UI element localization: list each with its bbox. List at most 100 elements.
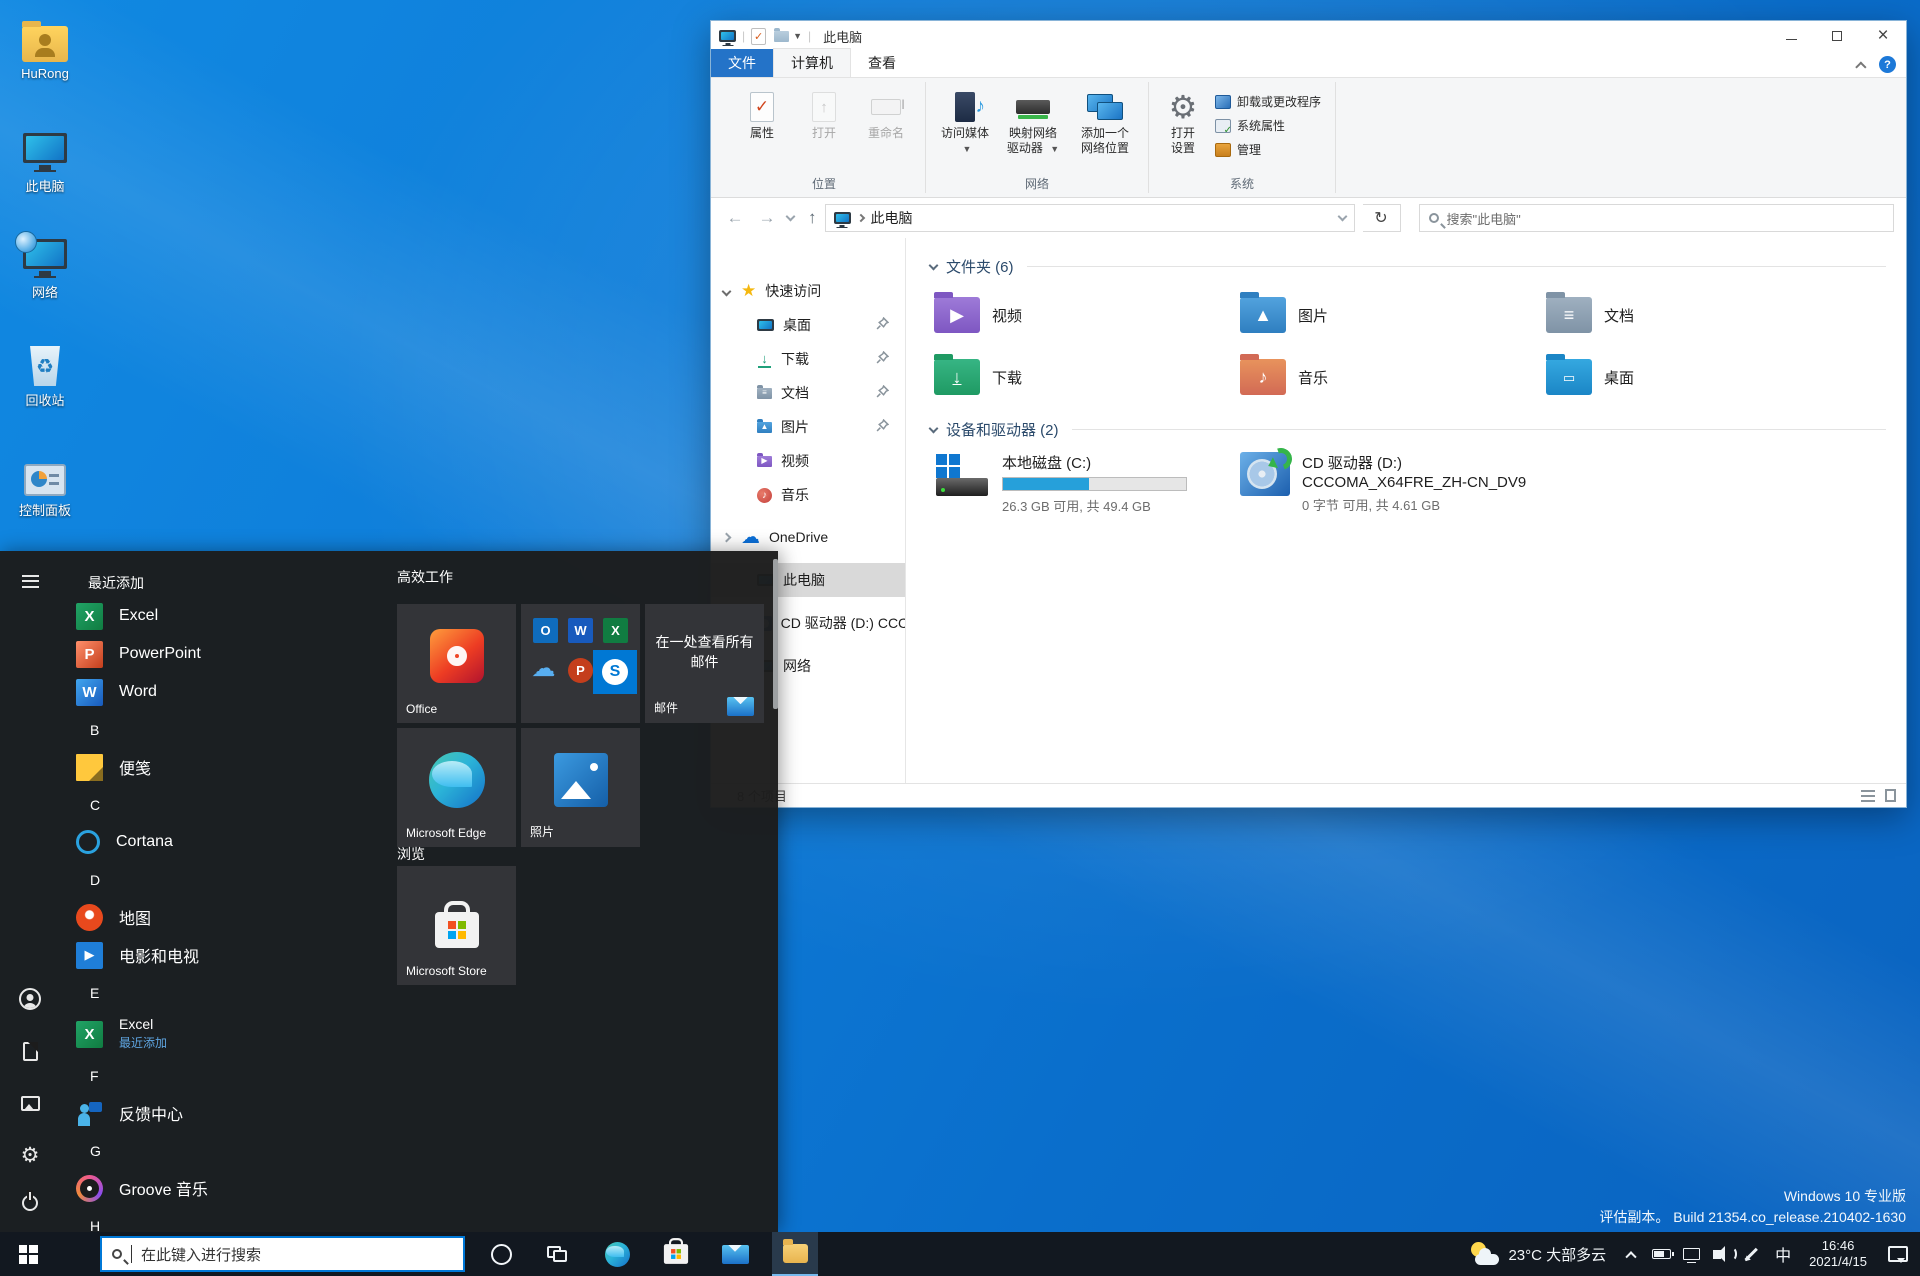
nav-downloads[interactable]: ↓ 下载: [711, 342, 905, 376]
folder-item-music[interactable]: ♪ 音乐: [1236, 351, 1542, 403]
add-network-location-button[interactable]: 添加一个 网络位置: [1072, 84, 1138, 156]
app-excel-recent[interactable]: X Excel 最近添加: [60, 1011, 390, 1057]
title-bar[interactable]: | ✓ ▼ | 此电脑 ×: [711, 21, 1906, 51]
start-button[interactable]: [0, 1232, 56, 1276]
user-account-button[interactable]: [0, 975, 60, 1023]
chevron-down-icon[interactable]: [721, 286, 732, 296]
weather-widget[interactable]: 23°C 大部多云: [1459, 1232, 1616, 1276]
tile-office-apps[interactable]: O W X ☁ P S: [521, 604, 640, 723]
folder-item-pictures[interactable]: ▲ 图片: [1236, 289, 1542, 341]
help-icon[interactable]: ?: [1879, 56, 1896, 73]
taskbar-edge-button[interactable]: [594, 1232, 640, 1276]
clock[interactable]: 16:46 2021/4/15: [1800, 1232, 1876, 1276]
drives-section-header[interactable]: 设备和驱动器 (2): [928, 419, 1886, 440]
new-folder-quick-icon[interactable]: [774, 27, 790, 42]
taskbar-store-button[interactable]: [653, 1232, 699, 1276]
tab-view[interactable]: 查看: [851, 49, 913, 77]
address-dropdown-icon[interactable]: [1337, 211, 1347, 222]
app-feedback-hub[interactable]: 反馈中心: [60, 1094, 390, 1132]
battery-indicator[interactable]: [1646, 1232, 1676, 1276]
desktop-icon-this-pc[interactable]: 此电脑: [0, 126, 90, 195]
tile-edge[interactable]: Microsoft Edge: [397, 728, 516, 847]
properties-button[interactable]: ✓ 属性: [733, 84, 791, 141]
documents-button[interactable]: [0, 1027, 60, 1075]
expand-menu-button[interactable]: [0, 557, 60, 605]
nav-onedrive[interactable]: ☁ OneDrive: [711, 520, 905, 554]
nav-desktop[interactable]: 桌面: [711, 308, 905, 342]
pictures-button[interactable]: [0, 1079, 60, 1127]
desktop-icon-network[interactable]: 网络: [0, 231, 90, 301]
app-powerpoint[interactable]: P PowerPoint: [60, 635, 390, 673]
network-indicator[interactable]: [1676, 1232, 1706, 1276]
task-view-button[interactable]: [534, 1232, 580, 1276]
collapse-ribbon-icon[interactable]: [1855, 60, 1867, 73]
app-sticky-notes[interactable]: 便笺: [60, 748, 390, 786]
tile-microsoft-store[interactable]: Microsoft Store: [397, 866, 516, 985]
chevron-down-icon[interactable]: [928, 260, 939, 270]
pen-indicator[interactable]: [1736, 1232, 1766, 1276]
properties-quick-icon[interactable]: ✓: [751, 27, 767, 45]
tile-photos[interactable]: 照片: [521, 728, 640, 847]
chevron-right-icon[interactable]: [721, 532, 732, 542]
drive-c-item[interactable]: 本地磁盘 (C:) 26.3 GB 可用, 共 49.4 GB: [930, 452, 1236, 515]
minimize-button[interactable]: [1768, 21, 1814, 51]
open-settings-button[interactable]: ⚙ 打开 设置: [1159, 84, 1207, 156]
folders-section-header[interactable]: 文件夹 (6): [928, 256, 1886, 277]
folder-item-documents[interactable]: ≡ 文档: [1542, 289, 1848, 341]
tab-computer[interactable]: 计算机: [773, 48, 851, 77]
desktop-icon-user-folder[interactable]: HuRong: [0, 16, 90, 81]
settings-button[interactable]: ⚙: [0, 1131, 60, 1179]
section-header-f[interactable]: F: [60, 1057, 390, 1094]
cortana-button[interactable]: [478, 1232, 524, 1276]
action-center-button[interactable]: [1876, 1232, 1920, 1276]
app-excel[interactable]: X Excel: [60, 597, 390, 635]
app-movies-tv[interactable]: ▶ 电影和电视: [60, 936, 390, 974]
section-header-c[interactable]: C: [60, 786, 390, 823]
nav-pictures[interactable]: ▲ 图片: [711, 410, 905, 444]
section-header-b[interactable]: B: [60, 711, 390, 748]
drive-d-item[interactable]: CD 驱动器 (D:) CCCOMA_X64FRE_ZH-CN_DV9 0 字节…: [1236, 444, 1636, 515]
folder-item-downloads[interactable]: ↓ 下载: [930, 351, 1236, 403]
desktop-icon-recycle-bin[interactable]: ♻ 回收站: [0, 340, 90, 409]
uninstall-button[interactable]: 卸载或更改程序: [1211, 92, 1325, 111]
system-properties-button[interactable]: 系统属性: [1211, 116, 1325, 136]
folder-item-desktop[interactable]: ▭ 桌面: [1542, 351, 1848, 403]
section-header-h[interactable]: H: [60, 1207, 390, 1233]
app-cortana[interactable]: Cortana: [60, 823, 390, 861]
open-button[interactable]: ↑ 打开: [795, 84, 853, 141]
show-hidden-icons-button[interactable]: [1616, 1232, 1646, 1276]
taskbar-file-explorer-button[interactable]: [772, 1232, 818, 1276]
section-header-d[interactable]: D: [60, 861, 390, 898]
start-menu-scrollbar[interactable]: [773, 559, 778, 709]
up-button[interactable]: ↑: [808, 208, 817, 228]
large-icons-view-icon[interactable]: [1885, 789, 1896, 802]
refresh-button[interactable]: ↻: [1362, 204, 1401, 232]
volume-indicator[interactable]: [1706, 1232, 1738, 1276]
access-media-button[interactable]: 访问媒体▼: [936, 84, 994, 157]
recent-locations-icon[interactable]: [785, 211, 796, 222]
nav-quick-access[interactable]: ★ 快速访问: [711, 274, 905, 308]
back-button[interactable]: ←: [723, 208, 747, 228]
address-bar[interactable]: 此电脑: [824, 204, 1355, 232]
section-header-g[interactable]: G: [60, 1132, 390, 1169]
nav-videos[interactable]: ▶ 视频: [711, 444, 905, 478]
manage-button[interactable]: 管理: [1211, 140, 1325, 159]
forward-button[interactable]: →: [755, 208, 779, 228]
app-groove-music[interactable]: Groove 音乐: [60, 1169, 390, 1207]
taskbar-search-input[interactable]: 在此键入进行搜索: [100, 1236, 465, 1272]
section-header-e[interactable]: E: [60, 974, 390, 1011]
app-maps[interactable]: 地图: [60, 898, 390, 936]
tab-file[interactable]: 文件: [711, 49, 773, 77]
details-view-icon[interactable]: [1861, 789, 1875, 802]
rename-button[interactable]: 重命名: [857, 84, 915, 141]
taskbar-mail-button[interactable]: [712, 1232, 758, 1276]
desktop-icon-control-panel[interactable]: 控制面板: [0, 450, 90, 519]
power-button[interactable]: [0, 1179, 60, 1227]
close-button[interactable]: ×: [1860, 21, 1906, 51]
maximize-button[interactable]: [1814, 21, 1860, 51]
nav-music[interactable]: ♪ 音乐: [711, 478, 905, 512]
ime-indicator[interactable]: 中: [1766, 1232, 1800, 1276]
explorer-search-input[interactable]: 搜索"此电脑": [1418, 204, 1894, 232]
nav-documents[interactable]: ≡ 文档: [711, 376, 905, 410]
tile-office[interactable]: Office: [397, 604, 516, 723]
